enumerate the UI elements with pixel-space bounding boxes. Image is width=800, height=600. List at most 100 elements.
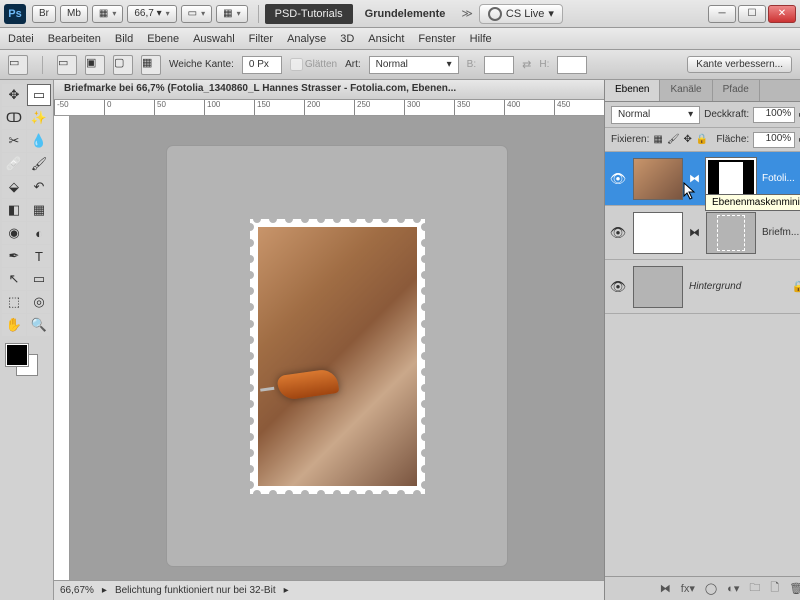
crop-tool[interactable]: ✂ — [2, 130, 26, 152]
stamp-tool[interactable]: ⬙ — [2, 176, 26, 198]
marquee-intersect-icon[interactable]: ▦ — [141, 55, 161, 75]
marquee-rect-icon[interactable]: ▭ — [57, 55, 77, 75]
pen-tool[interactable]: ✒ — [2, 245, 26, 267]
view-arrange-button[interactable]: ▦ — [92, 5, 123, 23]
menu-datei[interactable]: Datei — [8, 33, 34, 45]
lock-pixels-icon[interactable]: 🖌 — [667, 134, 680, 145]
add-mask-icon[interactable]: ◯ — [705, 582, 717, 595]
tab-pfade[interactable]: Pfade — [713, 80, 760, 101]
layer-name[interactable]: Fotoli... — [762, 173, 800, 184]
feather-label: Weiche Kante: — [169, 59, 234, 70]
delete-layer-icon[interactable]: 🗑 — [789, 582, 800, 595]
menu-hilfe[interactable]: Hilfe — [470, 33, 492, 45]
close-button[interactable]: ✕ — [768, 5, 796, 23]
cs-live-button[interactable]: CS Live▾ — [479, 4, 563, 24]
move-tool[interactable]: ✥ — [2, 84, 26, 106]
magic-wand-tool[interactable]: ✨ — [27, 107, 51, 129]
style-dropdown[interactable]: Normal▾ — [369, 56, 459, 74]
layer-row[interactable]: 👁 ⧓ Briefm... — [605, 206, 800, 260]
type-tool[interactable]: T — [27, 245, 51, 267]
stamp-frame — [250, 219, 425, 494]
layer-style-icon[interactable]: fx▾ — [681, 582, 695, 595]
zoom-tool[interactable]: 🔍 — [27, 314, 51, 336]
width-input — [484, 56, 514, 74]
menu-analyse[interactable]: Analyse — [287, 33, 326, 45]
fill-input[interactable]: 100% — [753, 132, 795, 148]
tab-ebenen[interactable]: Ebenen — [605, 80, 660, 101]
title-bar: Ps Br Mb ▦ 66,7 ▾ ▭ ▦ PSD-Tutorials Grun… — [0, 0, 800, 28]
3d-camera-tool[interactable]: ◎ — [27, 291, 51, 313]
canvas[interactable] — [70, 116, 604, 580]
layer-thumbnail[interactable] — [633, 266, 683, 308]
blend-mode-dropdown[interactable]: Normal▾ — [611, 106, 700, 124]
layer-mask-thumbnail[interactable] — [706, 212, 756, 254]
layer-row[interactable]: 👁 ⧓ Fotoli... Ebenenmaskenminiatur — [605, 152, 800, 206]
healing-tool[interactable]: 🩹 — [2, 153, 26, 175]
visibility-toggle[interactable]: 👁 — [609, 171, 627, 187]
tab-kanaele[interactable]: Kanäle — [660, 80, 712, 101]
height-label: H: — [539, 59, 549, 70]
eraser-tool[interactable]: ◧ — [2, 199, 26, 221]
workspace-tab-grundelemente[interactable]: Grundelemente — [355, 4, 456, 24]
new-group-icon[interactable]: 🗀 — [749, 579, 760, 598]
menu-bild[interactable]: Bild — [115, 33, 133, 45]
layer-thumbnail[interactable] — [633, 212, 683, 254]
visibility-toggle[interactable]: 👁 — [609, 279, 627, 295]
opacity-input[interactable]: 100% — [753, 107, 795, 123]
lock-label: Fixieren: — [611, 134, 649, 145]
maximize-button[interactable]: ☐ — [738, 5, 766, 23]
color-swatches[interactable] — [2, 344, 51, 376]
marquee-tool[interactable]: ▭ — [27, 84, 51, 106]
shape-tool[interactable]: ▭ — [27, 268, 51, 290]
layer-name[interactable]: Briefm... — [762, 227, 800, 238]
menu-auswahl[interactable]: Auswahl — [193, 33, 235, 45]
visibility-toggle[interactable]: 👁 — [609, 225, 627, 241]
stamp-photo — [258, 227, 417, 486]
foreground-swatch[interactable] — [6, 344, 28, 366]
lock-all-icon[interactable]: 🔒 — [696, 134, 708, 145]
screen-mode-button[interactable]: ▭ — [181, 5, 212, 23]
brush-tool[interactable]: 🖌 — [27, 153, 51, 175]
mask-link-icon[interactable]: ⧓ — [689, 226, 700, 239]
mask-link-icon[interactable]: ⧓ — [689, 172, 700, 185]
menu-3d[interactable]: 3D — [340, 33, 354, 45]
lock-transparent-icon[interactable]: ▦ — [653, 134, 662, 145]
link-layers-icon[interactable]: ⧓ — [660, 582, 671, 595]
refine-edge-button[interactable]: Kante verbessern... — [687, 56, 792, 73]
layer-row[interactable]: 👁 Hintergrund 🔒 — [605, 260, 800, 314]
eyedropper-tool[interactable]: 💧 — [27, 130, 51, 152]
blur-tool[interactable]: ◉ — [2, 222, 26, 244]
extras-button[interactable]: ▦ — [216, 5, 247, 23]
menu-ebene[interactable]: Ebene — [147, 33, 179, 45]
history-brush-tool[interactable]: ↶ — [27, 176, 51, 198]
zoom-level-dropdown[interactable]: 66,7 ▾ — [127, 5, 176, 23]
layer-name[interactable]: Hintergrund — [689, 281, 785, 292]
minimize-button[interactable]: ─ — [708, 5, 736, 23]
dodge-tool[interactable]: ◐ — [27, 222, 51, 244]
marquee-add-icon[interactable]: ▣ — [85, 55, 105, 75]
more-workspaces-icon[interactable]: ≫ — [461, 7, 473, 20]
new-layer-icon[interactable]: 🗋 — [770, 579, 779, 598]
gradient-tool[interactable]: ▦ — [27, 199, 51, 221]
lock-position-icon[interactable]: ✥ — [684, 134, 692, 145]
menu-filter[interactable]: Filter — [249, 33, 273, 45]
menu-fenster[interactable]: Fenster — [418, 33, 455, 45]
path-select-tool[interactable]: ↖ — [2, 268, 26, 290]
marquee-subtract-icon[interactable]: ▢ — [113, 55, 133, 75]
bridge-button[interactable]: Br — [32, 5, 56, 23]
feather-input[interactable]: 0 Px — [242, 56, 282, 74]
menu-bearbeiten[interactable]: Bearbeiten — [48, 33, 101, 45]
tool-preset-icon[interactable]: ▭ — [8, 55, 28, 75]
document-tab[interactable]: Briefmarke bei 66,7% (Fotolia_1340860_L … — [54, 80, 604, 100]
layers-footer: ⧓ fx▾ ◯ ◐▾ 🗀 🗋 🗑 — [605, 576, 800, 600]
lasso-tool[interactable]: ↀ — [2, 107, 26, 129]
menu-ansicht[interactable]: Ansicht — [368, 33, 404, 45]
3d-tool[interactable]: ⬚ — [2, 291, 26, 313]
adjustment-layer-icon[interactable]: ◐▾ — [727, 582, 739, 595]
workspace-tab-psd-tutorials[interactable]: PSD-Tutorials — [265, 4, 353, 24]
minibridge-button[interactable]: Mb — [60, 5, 88, 23]
status-zoom[interactable]: 66,67% — [60, 585, 94, 596]
hand-tool[interactable]: ✋ — [2, 314, 26, 336]
height-input — [557, 56, 587, 74]
layer-thumbnail[interactable] — [633, 158, 683, 200]
